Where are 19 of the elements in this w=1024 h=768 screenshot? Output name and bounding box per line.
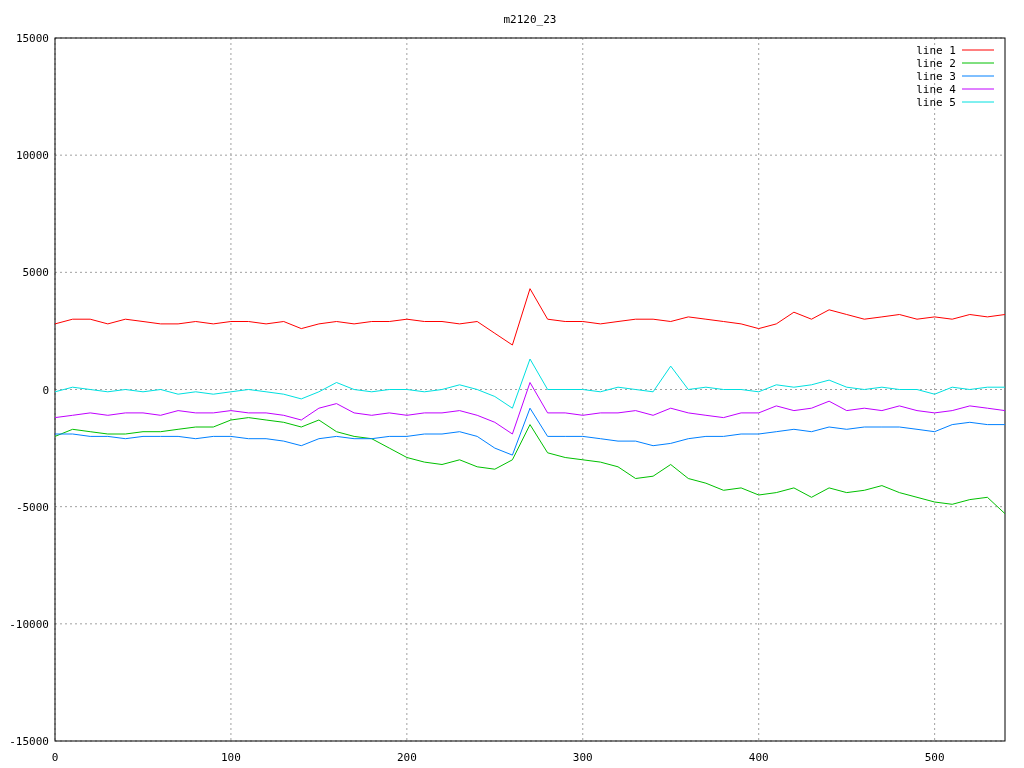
legend-label: line 3 [916, 70, 956, 83]
x-tick-label: 500 [924, 751, 945, 764]
x-tick-label: 100 [221, 751, 241, 764]
y-tick-label: -10000 [9, 617, 49, 631]
y-tick-label: 5000 [22, 266, 49, 280]
legend-label: line 1 [916, 44, 956, 57]
y-tick-label: 10000 [15, 149, 49, 163]
legend-label: line 4 [916, 83, 956, 96]
y-tick-label: 15000 [15, 32, 49, 45]
x-tick-label: 400 [748, 751, 769, 764]
y-tick-label: 0 [42, 383, 49, 397]
x-tick-label: 0 [51, 751, 59, 764]
y-tick-label: -5000 [15, 500, 49, 514]
x-tick-label: 200 [396, 751, 417, 764]
y-tick-label: -15000 [9, 735, 49, 748]
chart-title: m2120_23 [503, 13, 557, 26]
x-tick-label: 300 [572, 751, 593, 764]
legend-label: line 2 [916, 57, 956, 70]
legend-label: line 5 [916, 96, 956, 109]
